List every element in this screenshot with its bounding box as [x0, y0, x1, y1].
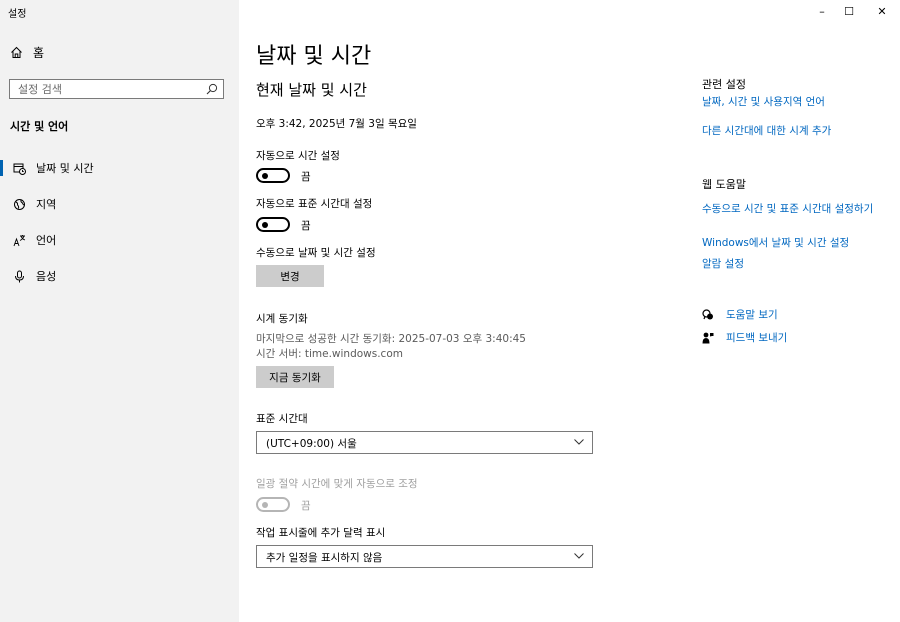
- sync-now-button[interactable]: 지금 동기화: [256, 366, 334, 388]
- link-alarm-settings[interactable]: 알람 설정: [702, 258, 887, 271]
- microphone-icon: [12, 269, 26, 283]
- calendar-clock-icon: [12, 161, 26, 175]
- maximize-icon: ☐: [844, 4, 854, 18]
- auto-timezone-state: 끔: [301, 220, 311, 232]
- dst-toggle[interactable]: [256, 497, 290, 512]
- globe-icon: [12, 197, 26, 211]
- section-title: 시간 및 언어: [10, 120, 69, 133]
- web-help-title: 웹 도움말: [702, 178, 746, 191]
- home-nav-item[interactable]: 홈: [10, 44, 44, 61]
- home-icon: [11, 46, 22, 58]
- change-button[interactable]: 변경: [256, 265, 324, 287]
- auto-timezone-label: 자동으로 표준 시간대 설정: [256, 198, 373, 210]
- sidebar: 설정 홈 시간 및 언어 날짜 및 시간: [0, 0, 239, 622]
- toggle-knob: [262, 502, 268, 508]
- feedback-icon: [702, 332, 714, 343]
- search-input[interactable]: [10, 80, 208, 98]
- language-icon: [12, 233, 26, 247]
- section-heading: 현재 날짜 및 시간: [256, 81, 367, 99]
- manual-datetime-label: 수동으로 날짜 및 시간 설정: [256, 247, 376, 259]
- home-label: 홈: [33, 46, 45, 60]
- maximize-button[interactable]: ☐: [837, 4, 861, 18]
- get-help-label: 도움말 보기: [726, 309, 778, 321]
- chevron-down-icon: [574, 553, 584, 559]
- feedback-link[interactable]: 피드백 보내기: [702, 330, 787, 345]
- close-icon: ✕: [877, 4, 887, 18]
- dst-state: 끔: [301, 500, 311, 512]
- link-manual-time-help[interactable]: 수동으로 시간 및 표준 시간대 설정하기: [702, 203, 887, 216]
- help-chat-icon: [702, 308, 713, 319]
- chevron-down-icon: [574, 439, 584, 445]
- auto-time-label: 자동으로 시간 설정: [256, 150, 340, 162]
- minimize-button[interactable]: –: [810, 4, 834, 18]
- related-settings-title: 관련 설정: [702, 78, 746, 91]
- search-box[interactable]: [9, 79, 224, 99]
- timezone-value: (UTC+09:00) 서울: [266, 438, 357, 450]
- close-button[interactable]: ✕: [870, 4, 894, 18]
- main-content: – ☐ ✕ 날짜 및 시간 현재 날짜 및 시간 오후 3:42, 2025년 …: [239, 0, 900, 622]
- sidebar-item-region[interactable]: 지역: [0, 192, 239, 216]
- get-help-link[interactable]: 도움말 보기: [702, 307, 778, 322]
- sidebar-item-language[interactable]: 언어: [0, 228, 239, 252]
- timezone-select[interactable]: (UTC+09:00) 서울: [256, 431, 593, 454]
- calendar-select[interactable]: 추가 일정을 표시하지 않음: [256, 545, 593, 568]
- last-sync-text: 마지막으로 성공한 시간 동기화: 2025-07-03 오후 3:40:45: [256, 333, 526, 345]
- sidebar-item-label: 날짜 및 시간: [36, 162, 94, 175]
- sync-title: 시계 동기화: [256, 313, 308, 325]
- auto-timezone-toggle[interactable]: [256, 217, 290, 232]
- page-title: 날짜 및 시간: [256, 44, 372, 69]
- toggle-knob: [262, 173, 268, 179]
- sidebar-item-speech[interactable]: 음성: [0, 264, 239, 288]
- calendar-label: 작업 표시줄에 추가 달력 표시: [256, 527, 386, 539]
- dst-label: 일광 절약 시간에 맞게 자동으로 조정: [256, 478, 418, 490]
- calendar-value: 추가 일정을 표시하지 않음: [266, 552, 383, 564]
- auto-time-state: 끔: [301, 171, 311, 183]
- current-datetime: 오후 3:42, 2025년 7월 3일 목요일: [256, 118, 417, 130]
- sidebar-item-label: 음성: [36, 270, 57, 283]
- sidebar-item-label: 언어: [36, 234, 57, 247]
- sidebar-item-date-time[interactable]: 날짜 및 시간: [0, 156, 239, 180]
- auto-time-toggle[interactable]: [256, 168, 290, 183]
- active-indicator: [0, 160, 3, 176]
- time-server-text: 시간 서버: time.windows.com: [256, 348, 403, 360]
- link-region-language[interactable]: 날짜, 시간 및 사용지역 언어: [702, 96, 887, 109]
- minimize-icon: –: [819, 4, 825, 18]
- sidebar-item-label: 지역: [36, 198, 57, 211]
- toggle-knob: [262, 222, 268, 228]
- search-icon[interactable]: [206, 83, 218, 95]
- timezone-label: 표준 시간대: [256, 413, 308, 425]
- feedback-label: 피드백 보내기: [726, 332, 788, 344]
- link-windows-datetime[interactable]: Windows에서 날짜 및 시간 설정: [702, 237, 887, 250]
- link-add-clocks[interactable]: 다른 시간대에 대한 시계 추가: [702, 125, 887, 138]
- app-title: 설정: [8, 9, 27, 20]
